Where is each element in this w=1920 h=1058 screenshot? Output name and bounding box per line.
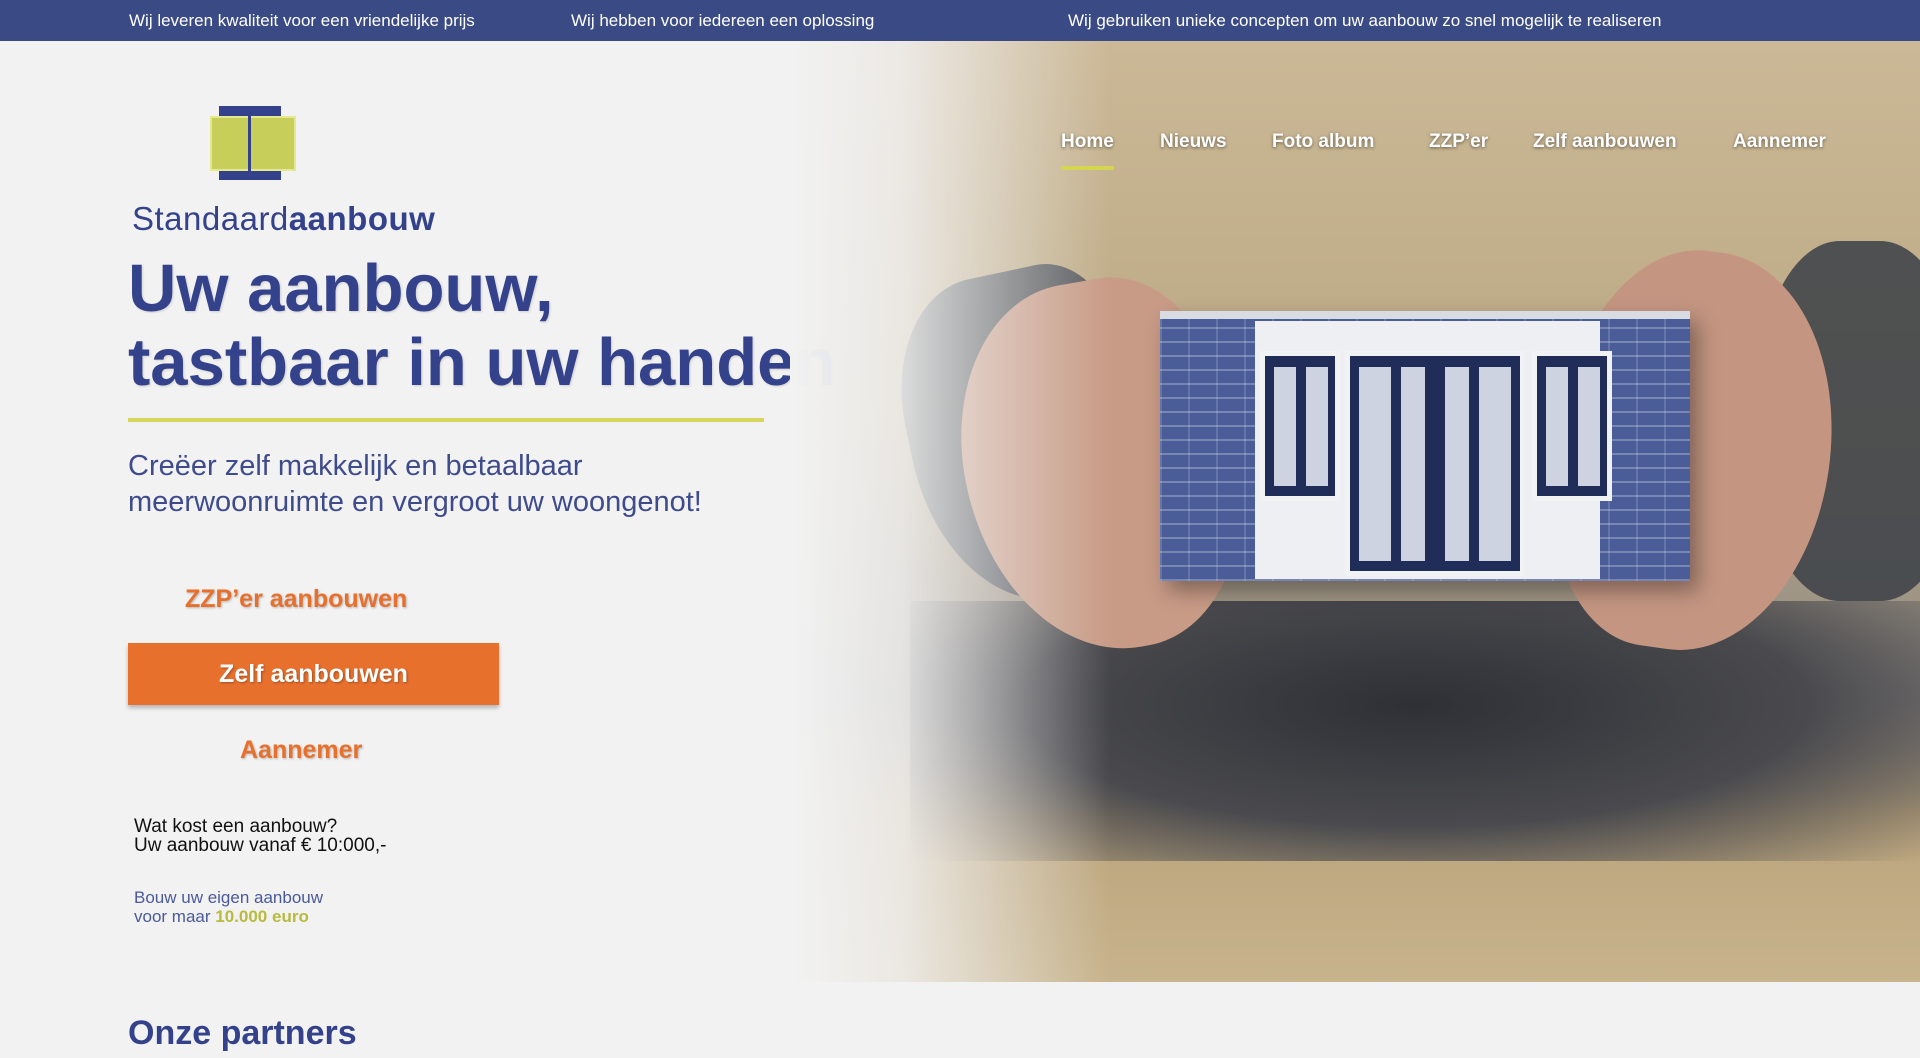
hero-subtitle: Creëer zelf makkelijk en betaalbaar meer… [128,450,702,518]
headline-divider [128,418,764,422]
price-question: Wat kost een aanbouw? [134,816,338,837]
topbar-message-concepts: Wij gebruiken unieke concepten om uw aan… [1068,11,1662,30]
aannemer-link[interactable]: Aannemer [240,736,362,765]
partners-heading: Onze partners [128,1014,357,1052]
logo-wordmark: Standaardaanbouw [132,200,436,237]
nav-aannemer[interactable]: Aannemer [1733,131,1826,153]
model-house-window-left [1260,351,1340,501]
topbar-message-solution: Wij hebben voor iedereen een oplossing [571,11,875,30]
top-info-bar: Wij leveren kwaliteit voor een vriendeli… [0,0,1920,41]
nav-foto-album[interactable]: Foto album [1272,131,1374,153]
hero-image [790,41,1920,982]
site-logo[interactable]: Standaardaanbouw [130,100,435,240]
nav-zzper[interactable]: ZZP’er [1429,131,1488,153]
nav-nieuws[interactable]: Nieuws [1160,131,1227,153]
model-house-door [1345,351,1525,576]
nav-active-indicator [1061,166,1114,170]
zzper-aanbouwen-link[interactable]: ZZP’er aanbouwen [185,585,407,614]
zelf-aanbouwen-button[interactable]: Zelf aanbouwen [128,643,499,705]
promo-text: Bouw uw eigen aanbouw voor maar 10.000 e… [134,888,324,926]
topbar-message-quality: Wij leveren kwaliteit voor een vriendeli… [129,11,475,30]
price-from: Uw aanbouw vanaf € 10:000,- [134,835,387,856]
hero-model-house [1160,311,1690,581]
nav-home[interactable]: Home [1061,131,1114,153]
nav-zelf-aanbouwen[interactable]: Zelf aanbouwen [1533,131,1677,153]
model-house-window-right [1532,351,1612,501]
hero-headline: Uw aanbouw, tastbaar in uw handen [128,251,836,400]
price-info: Wat kost een aanbouw? Uw aanbouw vanaf €… [134,817,386,855]
promo-amount: 10.000 euro [215,907,309,926]
